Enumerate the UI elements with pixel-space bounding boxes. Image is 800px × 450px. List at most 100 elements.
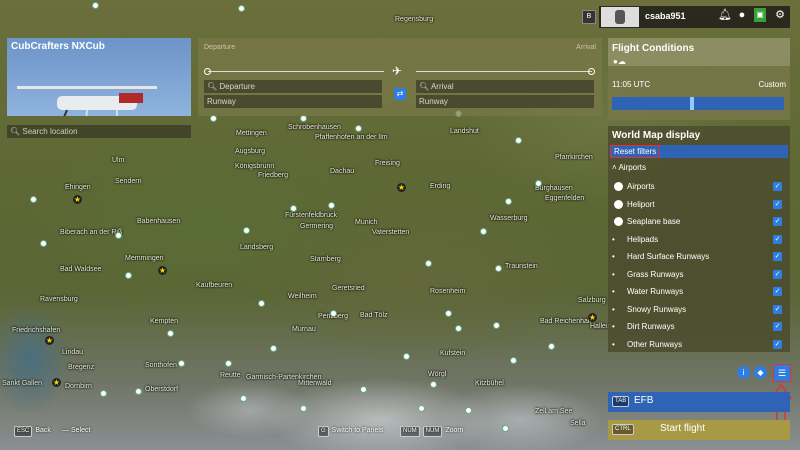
airport-marker[interactable] (135, 388, 142, 395)
filters-list-button[interactable]: ☰ (773, 364, 791, 382)
filter-row[interactable]: • Helipads ✓ (612, 231, 788, 248)
map-label: Rosenheim (430, 288, 466, 295)
flight-conditions-panel[interactable]: Flight Conditions ●☁ 11:05 UTC Custom (608, 38, 790, 120)
num-key-2: NUM (422, 426, 443, 437)
info-button[interactable]: i (737, 366, 750, 379)
swap-route-button[interactable]: ⇄ (394, 88, 406, 100)
airport-marker[interactable] (92, 2, 99, 9)
airports-section-toggle[interactable]: ˄ Airports (612, 159, 788, 176)
filter-row[interactable]: • Snowy Runways ✓ (612, 301, 788, 318)
airport-marker[interactable] (300, 405, 307, 412)
time-slider-handle[interactable] (690, 97, 694, 110)
airport-marker[interactable] (465, 407, 472, 414)
filter-checkbox[interactable]: ✓ (773, 217, 782, 226)
airport-marker[interactable] (360, 386, 367, 393)
airport-marker[interactable] (548, 343, 555, 350)
airport-marker[interactable] (210, 115, 217, 122)
departure-runway[interactable]: Runway (204, 95, 382, 108)
airport-marker[interactable] (493, 322, 500, 329)
filter-row[interactable]: • Hard Surface Runways ✓ (612, 248, 788, 265)
airport-marker[interactable] (243, 227, 250, 234)
featured-airport-marker[interactable]: ★ (158, 266, 167, 275)
settings-gear-icon[interactable]: ⚙ (773, 8, 787, 22)
airport-marker[interactable] (515, 137, 522, 144)
airport-marker[interactable] (300, 115, 307, 122)
airport-marker[interactable] (178, 360, 185, 367)
filter-row[interactable]: • Grass Runways ✓ (612, 266, 788, 283)
map-label: Fürstenfeldbruck (285, 212, 338, 219)
airport-marker[interactable] (510, 357, 517, 364)
airport-marker[interactable] (505, 198, 512, 205)
arrival-input[interactable]: 🔍︎ Arrival (416, 80, 594, 93)
featured-airport-marker[interactable]: ★ (397, 183, 406, 192)
filter-row[interactable]: Seaplane base ✓ (612, 213, 788, 230)
arrival-runway[interactable]: Runway (416, 95, 594, 108)
profile-badge[interactable]: B (582, 10, 596, 24)
time-slider[interactable] (612, 97, 784, 110)
map-label: Freising (375, 160, 400, 167)
efb-device-icon[interactable]: ▣ (754, 8, 766, 22)
filter-checkbox[interactable]: ✓ (773, 339, 782, 349)
back-hint[interactable]: Back (35, 427, 51, 434)
map-label: Sendern (115, 178, 142, 185)
airport-marker[interactable] (495, 265, 502, 272)
map-label: Ulm (112, 157, 125, 164)
filter-row[interactable]: • Other Runways ✓ (612, 336, 788, 353)
aircraft-image (17, 86, 157, 116)
airport-marker[interactable] (403, 353, 410, 360)
filter-row[interactable]: Heliport ✓ (612, 196, 788, 213)
airport-marker[interactable] (270, 345, 277, 352)
filter-checkbox[interactable]: ✓ (773, 269, 782, 279)
airport-marker[interactable] (238, 5, 245, 12)
filter-checkbox[interactable]: ✓ (773, 304, 782, 314)
airport-marker[interactable] (258, 300, 265, 307)
filter-checkbox[interactable]: ✓ (773, 322, 782, 331)
airport-marker[interactable] (455, 325, 462, 332)
airport-marker[interactable] (425, 260, 432, 267)
featured-airport-marker[interactable]: ★ (52, 378, 61, 387)
airport-marker[interactable] (328, 202, 335, 209)
featured-airport-marker[interactable]: ★ (73, 195, 82, 204)
airport-marker[interactable] (125, 272, 132, 279)
airport-marker[interactable] (535, 180, 542, 187)
map-label: Dachau (330, 168, 355, 175)
filter-row[interactable]: • Water Runways ✓ (612, 283, 788, 300)
featured-airport-marker[interactable]: ★ (45, 336, 54, 345)
airport-marker[interactable] (290, 205, 297, 212)
departure-input[interactable]: 🔍︎ Departure (204, 80, 382, 93)
efb-button[interactable]: TAB EFB (608, 392, 790, 412)
airport-marker[interactable] (30, 196, 37, 203)
search-location-input[interactable]: 🔍︎ Search location (7, 125, 191, 138)
filter-checkbox[interactable]: ✓ (773, 234, 782, 244)
switch-panels-hint[interactable]: Switch to Panels (332, 427, 384, 434)
layers-icon[interactable]: ◆ (754, 366, 767, 379)
airport-marker[interactable] (100, 390, 107, 397)
reset-filters-button[interactable]: Reset filters (610, 145, 788, 158)
aircraft-card[interactable]: CubCrafters NXCub (7, 38, 191, 116)
filter-row[interactable]: Airports ✓ (612, 178, 788, 195)
airport-marker[interactable] (240, 395, 247, 402)
airport-marker[interactable] (330, 310, 337, 317)
flight-conditions-title: Flight Conditions (612, 43, 695, 54)
airport-marker[interactable] (40, 240, 47, 247)
friends-icon[interactable]: ● (735, 8, 749, 22)
airport-marker[interactable] (355, 125, 362, 132)
airport-marker[interactable] (225, 360, 232, 367)
map-label: Landsberg (240, 244, 274, 251)
airport-marker[interactable] (418, 405, 425, 412)
airport-marker[interactable] (480, 228, 487, 235)
airport-marker[interactable] (167, 330, 174, 337)
featured-airport-marker[interactable]: ★ (588, 313, 597, 322)
notifications-bell-icon[interactable]: 🔔︎ (718, 8, 732, 22)
arrival-label: Arrival (576, 44, 596, 51)
filter-checkbox[interactable]: ✓ (773, 182, 782, 191)
filter-checkbox[interactable]: ✓ (773, 287, 782, 296)
filter-checkbox[interactable]: ✓ (773, 199, 782, 209)
map-label: Wörgl (428, 371, 447, 378)
filter-row[interactable]: • Dirt Runways ✓ (612, 318, 788, 335)
filter-checkbox[interactable]: ✓ (773, 252, 782, 261)
bullet-icon: • (612, 252, 615, 261)
airport-marker[interactable] (430, 381, 437, 388)
airport-marker[interactable] (445, 310, 452, 317)
airport-marker[interactable] (115, 232, 122, 239)
